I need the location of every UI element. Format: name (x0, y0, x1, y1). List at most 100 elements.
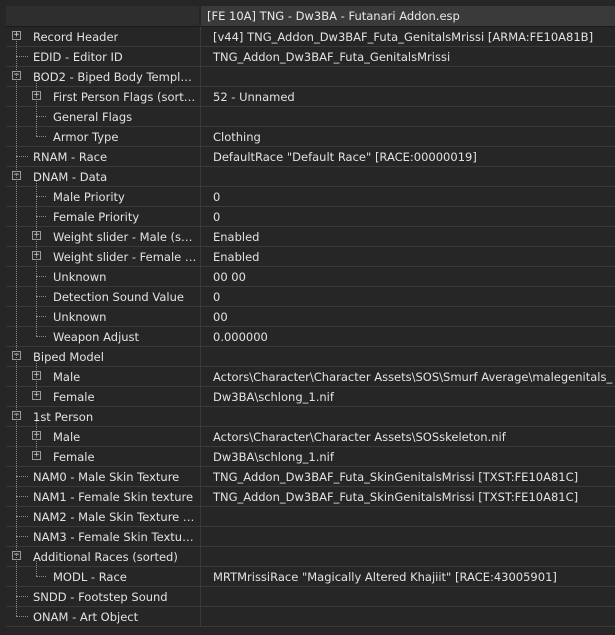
tree-row-nam0-male-skin-texture[interactable]: NAM0 - Male Skin Texture TNG_Addon_Dw3BAF… (0, 467, 615, 487)
tree-row-weight-slider-female-s[interactable]: + Weight slider - Female (s... Enabled (0, 247, 615, 267)
tree-connector (36, 316, 46, 317)
row-label: Additional Races (sorted) (33, 550, 178, 564)
tree-row-general-flags[interactable]: General Flags (0, 107, 615, 127)
row-label: Weight slider - Female (s... (53, 250, 198, 264)
tree-row-bod2-biped-body-template[interactable]: − BOD2 - Biped Body Template (0, 67, 615, 87)
row-label: MODL - Race (53, 570, 127, 584)
tree-row-onam-art-object[interactable]: ONAM - Art Object (0, 607, 615, 627)
row-label: Male (53, 370, 81, 384)
row-label: Female (53, 450, 95, 464)
tree-row-armor-type[interactable]: Armor Type Clothing (0, 127, 615, 147)
tree-connector (36, 216, 46, 217)
column-header-label-cell (6, 6, 199, 27)
tree-row-additional-races-sorted[interactable]: − Additional Races (sorted) (0, 547, 615, 567)
tree-row-1st-person[interactable]: −1st Person (0, 407, 615, 427)
row-label: Female (53, 390, 95, 404)
tree-row-rnam-race[interactable]: RNAM - Race DefaultRace "Default Race" [R… (0, 147, 615, 167)
row-label: ONAM - Art Object (33, 610, 139, 624)
tree-connector (16, 56, 28, 57)
row-label: NAM1 - Female Skin texture (33, 490, 194, 504)
row-value: TNG_Addon_Dw3BAF_Futa_SkinGenitalsMrissi… (213, 490, 579, 504)
row-label: NAM2 - Male Skin Texture S... (33, 510, 198, 524)
tree-row-first-person-flags-sorted[interactable]: + First Person Flags (sorted) 52 - Unnamed (0, 87, 615, 107)
row-value: Actors\Character\Character Assets\SOSske… (213, 430, 506, 444)
row-label: EDID - Editor ID (33, 50, 123, 64)
row-value: MRTMrissiRace "Magically Altered Khajiit… (213, 570, 557, 584)
value-cell[interactable] (201, 507, 615, 527)
row-label: Armor Type (53, 130, 119, 144)
tree-connector (16, 596, 28, 597)
row-value: [v44] TNG_Addon_Dw3BAF_Futa_GenitalsMris… (213, 30, 594, 44)
value-cell[interactable] (201, 67, 615, 87)
tree-row-sndd-footstep-sound[interactable]: SNDD - Footstep Sound (0, 587, 615, 607)
tree-row-male-priority[interactable]: Male Priority 0 (0, 187, 615, 207)
row-label: Weapon Adjust (53, 330, 140, 344)
row-label: First Person Flags (sorted) (53, 90, 198, 104)
record-view-grid: [FE 10A] TNG - Dw3BA - Futanari Addon.es… (0, 0, 615, 635)
tree-connector (16, 476, 28, 477)
tree-row-nam3-female-skin-texture[interactable]: NAM3 - Female Skin Texture ... (0, 527, 615, 547)
row-label: Male (53, 430, 81, 444)
row-label: NAM0 - Male Skin Texture (33, 470, 180, 484)
row-label: Unknown (53, 310, 107, 324)
tree-row-nam1-female-skin-texture[interactable]: NAM1 - Female Skin texture TNG_Addon_Dw3B… (0, 487, 615, 507)
tree-row-modl-race[interactable]: MODL - Race MRTMrissiRace "Magically Alte… (0, 567, 615, 587)
row-value: 0.000000 (213, 330, 268, 344)
row-value: DefaultRace "Default Race" [RACE:0000001… (213, 150, 477, 164)
expand-icon[interactable]: + (12, 31, 21, 40)
tree-row-female[interactable]: + Female Dw3BA\schlong_1.nif (0, 447, 615, 467)
tree-connector (36, 196, 46, 197)
tree-connector (36, 116, 46, 117)
row-value: Dw3BA\schlong_1.nif (213, 450, 334, 464)
value-cell[interactable] (201, 167, 615, 187)
tree-connector (16, 616, 28, 617)
row-value: Dw3BA\schlong_1.nif (213, 390, 334, 404)
value-cell[interactable] (201, 547, 615, 567)
value-cell[interactable] (201, 527, 615, 547)
tree-row-female-priority[interactable]: Female Priority 0 (0, 207, 615, 227)
row-value: 00 (213, 310, 228, 324)
row-value: 52 - Unnamed (213, 90, 295, 104)
tree-connector (36, 336, 46, 337)
tree-row-dnam-data[interactable]: − DNAM - Data (0, 167, 615, 187)
tree-row-biped-model[interactable]: − Biped Model (0, 347, 615, 367)
tree-row-record-header[interactable]: + Record Header [v44] TNG_Addon_Dw3BAF_Fut… (0, 27, 615, 47)
value-cell[interactable] (201, 107, 615, 127)
row-label: General Flags (53, 110, 133, 124)
tree-connector (16, 536, 28, 537)
row-label: Record Header (33, 30, 119, 44)
row-label: BOD2 - Biped Body Template (33, 70, 198, 84)
row-label: Detection Sound Value (53, 290, 184, 304)
row-value: 0 (213, 210, 221, 224)
tree-row-female[interactable]: + Female Dw3BA\schlong_1.nif (0, 387, 615, 407)
tree-row-detection-sound-value[interactable]: Detection Sound Value 0 (0, 287, 615, 307)
tree-row-nam2-male-skin-texture-s[interactable]: NAM2 - Male Skin Texture S... (0, 507, 615, 527)
row-value: Enabled (213, 250, 260, 264)
row-value: Clothing (213, 130, 261, 144)
value-cell[interactable] (201, 607, 615, 627)
row-label: Female Priority (53, 210, 140, 224)
tree-row-weapon-adjust[interactable]: Weapon Adjust 0.000000 (0, 327, 615, 347)
tree-row-male[interactable]: + Male Actors\Character\Character Assets\S… (0, 367, 615, 387)
tree-connector (36, 136, 46, 137)
row-label: Weight slider - Male (sort... (53, 230, 198, 244)
value-cell[interactable] (201, 407, 615, 427)
tree-row-unknown[interactable]: Unknown 00 00 (0, 267, 615, 287)
column-header-row: [FE 10A] TNG - Dw3BA - Futanari Addon.es… (0, 6, 615, 27)
value-cell[interactable] (201, 587, 615, 607)
tree-row-male[interactable]: + Male Actors\Character\Character Assets\S… (0, 427, 615, 447)
tree-row-edid-editor-id[interactable]: EDID - Editor ID TNG_Addon_Dw3BAF_Futa_Ge… (0, 47, 615, 67)
tree-vertical-line (16, 41, 17, 616)
tree-row-weight-slider-male-sort[interactable]: + Weight slider - Male (sort... Enabled (0, 227, 615, 247)
row-value: Actors\Character\Character Assets\SOS\Sm… (213, 370, 613, 384)
tree-connector (16, 156, 28, 157)
row-value: 0 (213, 190, 221, 204)
tree-connector (16, 516, 28, 517)
row-label: DNAM - Data (33, 170, 108, 184)
row-value: 00 00 (213, 270, 246, 284)
tree-row-unknown[interactable]: Unknown 00 (0, 307, 615, 327)
tree-vertical-line (36, 81, 37, 136)
row-label: Unknown (53, 270, 107, 284)
tree-vertical-line (36, 181, 37, 336)
value-cell[interactable] (201, 347, 615, 367)
